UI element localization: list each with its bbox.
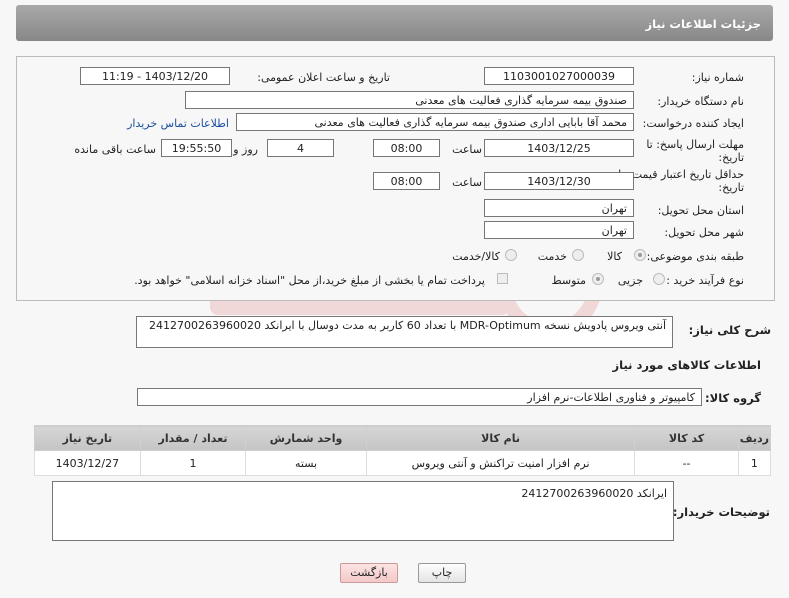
payment-checkbox[interactable]: [497, 273, 508, 284]
remaining-label: ساعت باقی مانده: [74, 143, 156, 156]
category-option-goods-service: کالا/خدمت: [452, 250, 500, 263]
col-name: نام کالا: [365, 425, 636, 451]
col-row: ردیف: [737, 425, 772, 451]
category-radio-service[interactable]: [572, 249, 584, 261]
goods-group-field[interactable]: کامپیوتر و فناوری اطلاعات-نرم افزار: [137, 388, 702, 406]
need-number-field[interactable]: 1103001027000039: [484, 67, 634, 85]
deadline-time-field[interactable]: 08:00: [373, 139, 440, 157]
process-radio-medium[interactable]: [592, 273, 604, 285]
page-header: جزئیات اطلاعات نیاز: [16, 5, 773, 41]
cell-row: 1: [737, 450, 772, 476]
col-qty: تعداد / مقدار: [139, 425, 247, 451]
creator-field[interactable]: محمد آقا بابایی اداری صندوق بیمه سرمایه …: [236, 113, 634, 131]
buyer-notes-label: توضیحات خریدار:: [672, 505, 770, 519]
back-button[interactable]: بازگشت: [340, 563, 398, 583]
process-option-medium: متوسط: [551, 274, 586, 287]
deadline-label: مهلت ارسال پاسخ: تا: [646, 138, 744, 151]
province-field[interactable]: تهران: [484, 199, 634, 217]
deadline-date-label: تاریخ:: [718, 151, 744, 164]
deadline-date-field[interactable]: 1403/12/25: [484, 139, 634, 157]
cell-date: 1403/12/27: [34, 450, 141, 476]
validity-time-label: ساعت: [452, 176, 482, 189]
cell-qty: 1: [139, 450, 247, 476]
goods-info-title: اطلاعات کالاهای مورد نیاز: [612, 358, 761, 372]
col-date: تاریخ نیاز: [34, 425, 141, 451]
province-label: استان محل تحویل:: [657, 204, 744, 217]
announce-field[interactable]: 1403/12/20 - 11:19: [80, 67, 230, 85]
description-field[interactable]: آنتی ویروس پادویش نسخه MDR-Optimum با تع…: [136, 316, 673, 348]
days-label: روز و: [233, 143, 258, 156]
print-button[interactable]: چاپ: [418, 563, 466, 583]
items-table: ردیف کد کالا نام کالا واحد شمارش تعداد /…: [34, 425, 772, 476]
days-remaining-field[interactable]: 4: [267, 139, 334, 157]
col-unit: واحد شمارش: [245, 425, 367, 451]
city-label: شهر محل تحویل:: [664, 226, 744, 239]
contact-buyer-link[interactable]: اطلاعات تماس خریدار: [127, 117, 229, 130]
need-number-label: شماره نیاز:: [691, 71, 744, 84]
validity-date-field[interactable]: 1403/12/30: [484, 172, 634, 190]
announce-label: تاریخ و ساعت اعلان عمومی:: [257, 71, 390, 84]
buyer-notes-field[interactable]: ایرانکد 2412700263960020: [52, 481, 674, 541]
remaining-time-field[interactable]: 19:55:50: [161, 139, 232, 157]
table-row[interactable]: 1 -- نرم افزار امنیت تراکنش و آنتی ویروس…: [34, 450, 772, 476]
creator-label: ایجاد کننده درخواست:: [642, 117, 744, 130]
city-field[interactable]: تهران: [484, 221, 634, 239]
cell-code: --: [634, 450, 739, 476]
validity-time-field[interactable]: 08:00: [373, 172, 440, 190]
payment-text: پرداخت تمام یا بخشی از مبلغ خرید،از محل …: [134, 274, 485, 287]
buyer-label: نام دستگاه خریدار:: [657, 95, 744, 108]
description-label: شرح کلی نیاز:: [688, 323, 771, 337]
process-option-minor: جزیی: [617, 274, 643, 287]
process-label: نوع فرآیند خرید :: [666, 274, 744, 287]
col-code: کد کالا: [634, 425, 739, 451]
category-radio-goods[interactable]: [634, 249, 646, 261]
category-label: طبقه بندی موضوعی:: [646, 250, 744, 263]
cell-name: نرم افزار امنیت تراکنش و آنتی ویروس: [365, 450, 636, 476]
category-option-service: خدمت: [537, 250, 567, 263]
page-title: جزئیات اطلاعات نیاز: [645, 17, 761, 31]
goods-group-label: گروه کالا:: [705, 391, 761, 405]
cell-unit: بسته: [245, 450, 367, 476]
process-radio-minor[interactable]: [653, 273, 665, 285]
validity-date-label: تاریخ:: [718, 181, 744, 194]
deadline-time-label: ساعت: [452, 143, 482, 156]
category-radio-goods-service[interactable]: [505, 249, 517, 261]
category-option-goods: کالا: [607, 250, 622, 263]
buyer-field[interactable]: صندوق بیمه سرمایه گذاری فعالیت های معدنی: [185, 91, 634, 109]
validity-label: حداقل تاریخ اعتبار قیمت: تا: [618, 168, 744, 181]
